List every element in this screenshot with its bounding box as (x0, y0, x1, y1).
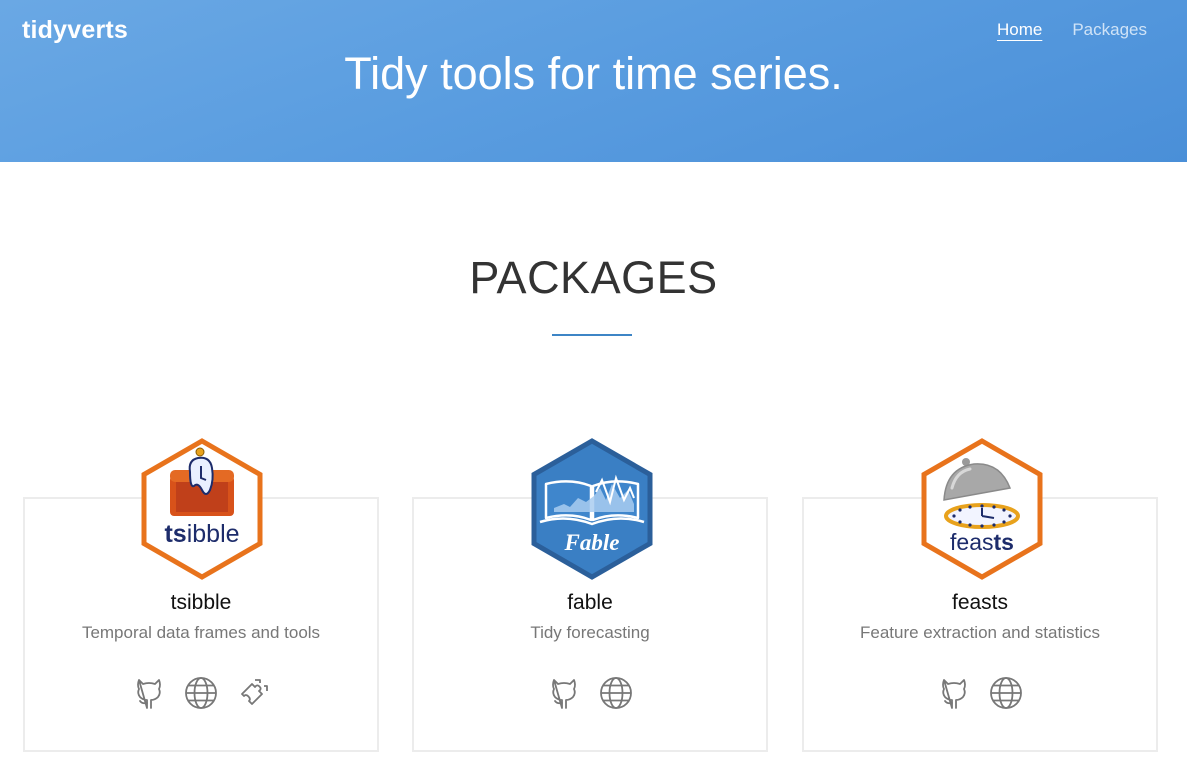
logo-text: Fable (564, 530, 620, 555)
section-title: PACKAGES (469, 252, 718, 303)
svg-text:feasts: feasts (950, 529, 1014, 555)
package-description: Tidy forecasting (530, 623, 650, 642)
package-description: Temporal data frames and tools (81, 623, 321, 642)
globe-icon[interactable] (988, 675, 1024, 711)
package-links (414, 675, 766, 711)
logo-text-rest: ibble (187, 520, 240, 548)
github-icon[interactable] (131, 675, 167, 711)
package-description: Feature extraction and statistics (859, 623, 1100, 642)
package-name[interactable]: fable (414, 591, 766, 615)
globe-icon[interactable] (183, 675, 219, 711)
site-brand[interactable]: tidyverts (22, 16, 128, 45)
fable-hex-logo[interactable]: Fable (530, 438, 654, 580)
package-name[interactable]: feasts (804, 591, 1156, 615)
globe-icon[interactable] (598, 675, 634, 711)
nav-home[interactable]: Home (997, 20, 1042, 40)
logo-text-bold: ts (164, 520, 186, 548)
hero-tagline: Tidy tools for time series. (344, 48, 843, 99)
github-icon[interactable] (546, 675, 582, 711)
svg-text:tsibble: tsibble (164, 520, 239, 548)
section-divider (552, 334, 632, 336)
puzzle-icon[interactable] (235, 675, 271, 711)
feasts-hex-logo[interactable]: feasts (920, 438, 1044, 580)
logo-text-bold: ts (994, 529, 1014, 555)
hero-banner: tidyverts Home Packages Tidy tools for t… (0, 0, 1187, 162)
tsibble-hex-logo[interactable]: tsibble (140, 438, 264, 580)
package-links (804, 675, 1156, 711)
github-icon[interactable] (936, 675, 972, 711)
logo-text-rest: feas (950, 529, 993, 555)
nav-packages[interactable]: Packages (1072, 20, 1147, 40)
package-links (25, 675, 377, 711)
package-name[interactable]: tsibble (25, 591, 377, 615)
top-nav: Home Packages (997, 20, 1147, 40)
